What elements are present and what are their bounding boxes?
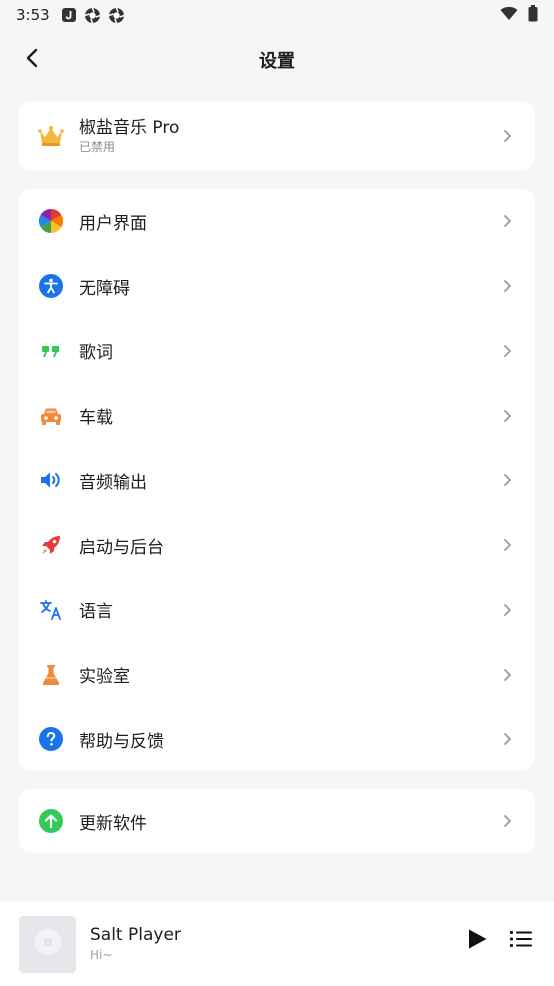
app-header: 设置 (0, 34, 554, 86)
help-icon (38, 726, 64, 752)
status-bar: 3:53 (0, 0, 554, 30)
disc-icon (33, 927, 63, 961)
menu-item-label: 启动与后台 (79, 537, 164, 558)
play-icon (465, 927, 489, 955)
accessibility-icon (38, 273, 64, 299)
speaker-icon (38, 467, 64, 493)
update-card: 更新软件 (19, 789, 535, 853)
menu-item-label: 音频输出 (79, 472, 147, 493)
menu-item-label: 用户界面 (79, 213, 147, 234)
menu-item-startup-background[interactable]: 启动与后台 (19, 513, 535, 578)
chevron-right-icon (501, 667, 513, 683)
queue-list-icon (509, 929, 533, 953)
color-wheel-icon (38, 208, 64, 234)
j-app-icon (60, 6, 78, 24)
menu-item-accessibility[interactable]: 无障碍 (19, 254, 535, 319)
quote-icon (38, 338, 64, 364)
menu-item-lab[interactable]: 实验室 (19, 642, 535, 707)
track-title: Salt Player (90, 925, 181, 945)
queue-button[interactable] (506, 926, 536, 956)
translate-icon (38, 597, 64, 623)
menu-item-language[interactable]: 语言 (19, 578, 535, 643)
pro-card: 椒盐音乐 Pro 已禁用 (19, 102, 535, 170)
menu-item-lyrics[interactable]: 歌词 (19, 319, 535, 384)
chevron-right-icon (501, 731, 513, 747)
pro-status: 已禁用 (79, 140, 116, 154)
chevron-right-icon (501, 343, 513, 359)
aperture-icon (84, 6, 102, 24)
flask-icon (38, 662, 64, 688)
menu-item-label: 帮助与反馈 (79, 731, 164, 752)
menu-item-label: 车载 (79, 408, 113, 429)
menu-item-label: 语言 (79, 602, 113, 623)
pro-row[interactable]: 椒盐音乐 Pro 已禁用 (19, 102, 535, 170)
menu-item-label: 无障碍 (79, 278, 130, 299)
chevron-right-icon (501, 128, 513, 144)
chevron-right-icon (501, 213, 513, 229)
menu-item-label: 实验室 (79, 667, 130, 688)
status-time: 3:53 (16, 6, 50, 24)
chevron-right-icon (501, 408, 513, 424)
chevron-right-icon (501, 472, 513, 488)
album-cover[interactable] (19, 915, 76, 973)
menu-item-car[interactable]: 车载 (19, 383, 535, 448)
menu-item-label: 歌词 (79, 343, 113, 364)
car-icon (38, 403, 64, 429)
chevron-right-icon (501, 602, 513, 618)
page-title: 设置 (259, 51, 295, 72)
chevron-right-icon (501, 278, 513, 294)
menu-item-help-feedback[interactable]: 帮助与反馈 (19, 707, 535, 772)
update-arrow-icon (38, 808, 64, 834)
track-subtitle: Hi~ (90, 948, 113, 962)
mini-player[interactable]: Salt Player Hi~ (0, 902, 554, 986)
wifi-icon (500, 6, 518, 25)
menu-item-update[interactable]: 更新软件 (19, 789, 535, 853)
back-button[interactable] (14, 44, 50, 76)
pro-title: 椒盐音乐 Pro (79, 118, 180, 138)
rocket-icon (38, 532, 64, 558)
menu-item-user-interface[interactable]: 用户界面 (19, 189, 535, 254)
chevron-right-icon (501, 537, 513, 553)
settings-menu: 用户界面 无障碍 歌词 车载 音频输出 启动与后台 语言 实验室 帮助与反馈 (19, 189, 535, 770)
crown-icon (38, 123, 64, 149)
update-label: 更新软件 (79, 813, 147, 834)
menu-item-audio-output[interactable]: 音频输出 (19, 448, 535, 513)
chevron-right-icon (501, 813, 513, 829)
chevron-left-icon (25, 48, 39, 72)
play-button[interactable] (462, 926, 492, 956)
aperture-icon (108, 6, 126, 24)
battery-icon (528, 4, 538, 26)
